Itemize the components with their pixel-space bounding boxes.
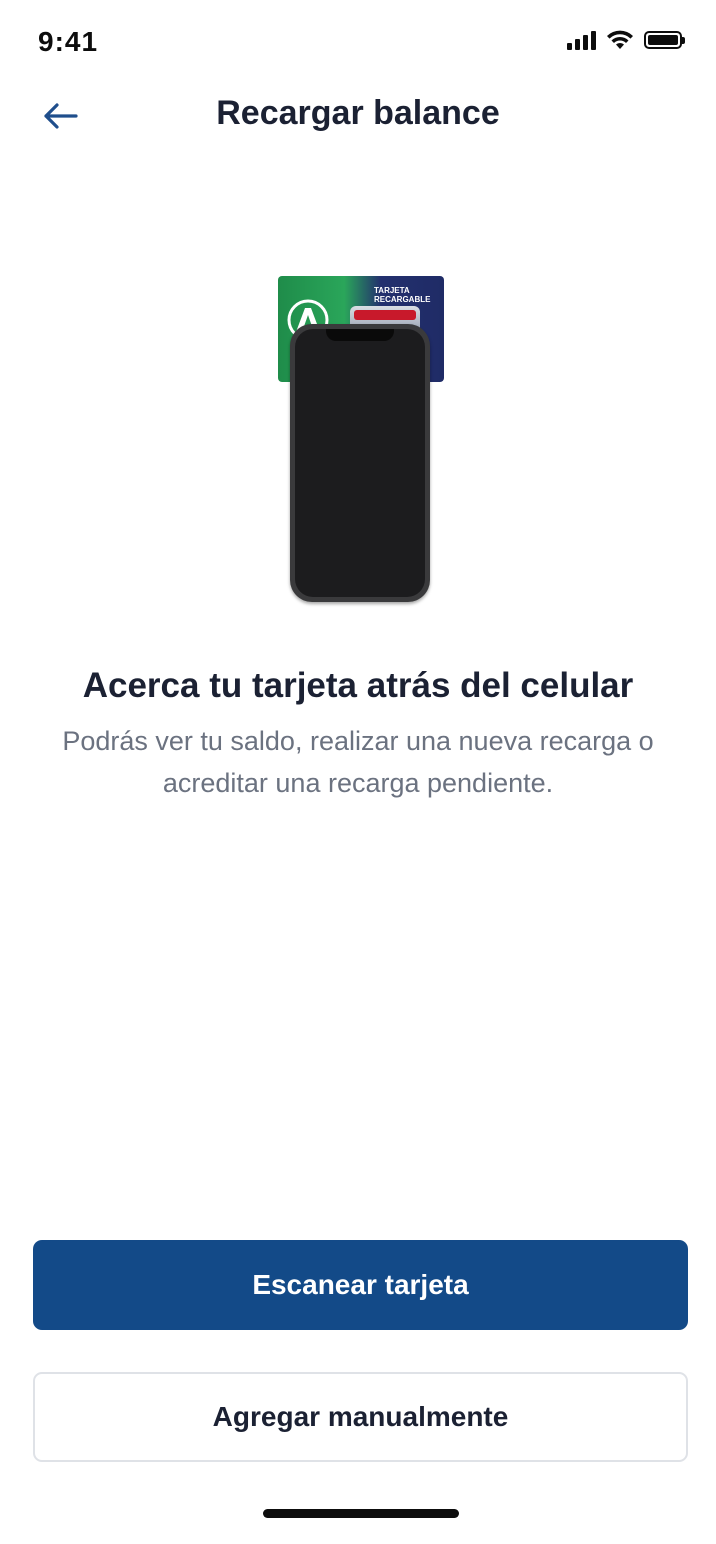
status-bar: 9:41 bbox=[0, 0, 716, 88]
add-manually-button[interactable]: Agregar manualmente bbox=[33, 1372, 688, 1462]
phone-image bbox=[290, 324, 430, 602]
status-icons bbox=[567, 30, 685, 50]
cellular-signal-icon bbox=[567, 30, 596, 50]
wifi-icon bbox=[607, 30, 633, 49]
scan-card-button[interactable]: Escanear tarjeta bbox=[33, 1240, 688, 1330]
instruction-headline: Acerca tu tarjeta atrás del celular bbox=[82, 666, 634, 705]
card-scan-illustration: TARJETA RECARGABLE bbox=[276, 274, 444, 604]
phone-notch bbox=[326, 329, 394, 341]
status-time: 9:41 bbox=[38, 26, 99, 57]
instruction-description: Podrás ver tu saldo, realizar una nueva … bbox=[62, 726, 654, 798]
navigation-bar: Recargar balance bbox=[0, 88, 716, 144]
home-indicator bbox=[263, 1509, 459, 1518]
battery-icon bbox=[644, 31, 685, 49]
card-label: TARJETA RECARGABLE bbox=[374, 286, 431, 304]
page-title: Recargar balance bbox=[216, 94, 500, 132]
